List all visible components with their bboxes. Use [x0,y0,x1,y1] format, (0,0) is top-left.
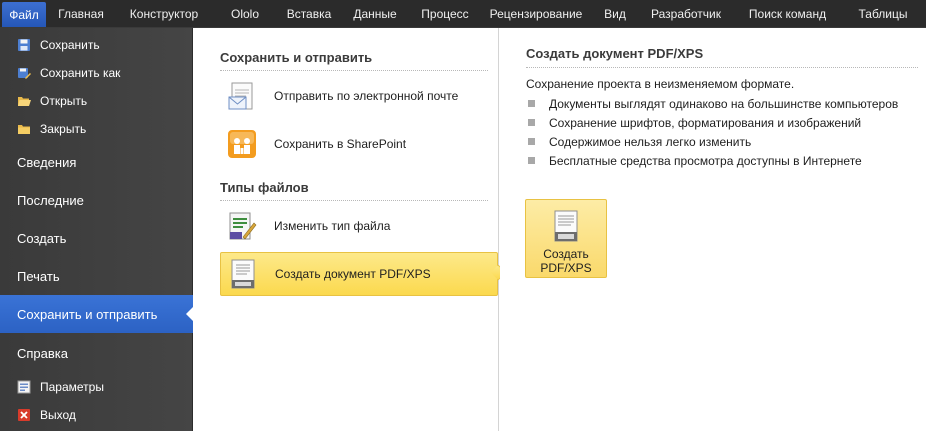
tab-developer[interactable]: Разработчик [638,0,734,27]
tab-process[interactable]: Процесс [410,0,480,27]
list-item: Сохранение шрифтов, форматирования и изо… [528,113,898,132]
tab-home[interactable]: Главная [46,0,116,27]
change-file-type-icon [225,209,259,243]
ribbon-tab-strip: Файл Главная Конструктор Ololo Вставка Д… [0,0,926,28]
options-icon [17,380,31,394]
list-item: Бесплатные средства просмотра доступны в… [528,151,898,170]
options-command[interactable]: Параметры [0,373,193,401]
nav-tab-recent[interactable]: Последние [0,181,193,219]
nav-tab-new[interactable]: Создать [0,219,193,257]
tab-view[interactable]: Вид [592,0,638,27]
exit-command[interactable]: Выход [0,401,193,429]
open-label: Открыть [40,94,88,108]
open-command[interactable]: Открыть [0,87,193,115]
create-pdf-xps-label: Создать документ PDF/XPS [275,267,431,281]
save-command[interactable]: Сохранить [0,31,193,59]
open-folder-icon [17,94,31,108]
change-file-type-label: Изменить тип файла [274,219,391,233]
exit-label: Выход [40,408,76,422]
tab-designer[interactable]: Конструктор [116,0,212,27]
pane-title: Создать документ PDF/XPS [526,46,704,61]
pane-title-divider [526,67,918,68]
close-label: Закрыть [40,122,87,136]
tab-tables[interactable]: Таблицы [841,0,925,27]
email-icon [225,79,259,113]
tab-insert[interactable]: Вставка [278,0,340,27]
sharepoint-icon [225,127,259,161]
nav-tab-save-send[interactable]: Сохранить и отправить [0,295,194,333]
send-email-option[interactable]: Отправить по электронной почте [220,74,498,118]
save-label: Сохранить [40,38,100,52]
create-pdf-xps-button[interactable]: Создать PDF/XPS [525,199,607,278]
change-file-type-option[interactable]: Изменить тип файла [220,204,498,248]
tab-review[interactable]: Рецензирование [480,0,592,27]
pane-description: Сохранение проекта в неизменяемом формат… [526,77,795,91]
feature-list: Документы выглядят одинаково на большинс… [528,94,898,170]
bullet-square-icon [528,119,535,126]
close-folder-icon [17,122,31,136]
nav-tab-print[interactable]: Печать [0,257,193,295]
save-as-command[interactable]: Сохранить как [0,59,193,87]
bullet-square-icon [528,100,535,107]
save-send-options: Сохранить и отправить Отправить по элект… [193,28,499,431]
bullet-square-icon [528,157,535,164]
nav-tab-info[interactable]: Сведения [0,143,193,181]
close-command[interactable]: Закрыть [0,115,193,143]
list-item: Содержимое нельзя легко изменить [528,132,898,151]
tab-file[interactable]: Файл [2,2,46,27]
section-header-file-types: Типы файлов [220,180,488,201]
tab-ololo[interactable]: Ololo [212,0,278,27]
nav-tab-help[interactable]: Справка [0,334,193,372]
section-header-save-send: Сохранить и отправить [220,50,488,71]
list-item: Документы выглядят одинаково на большинс… [528,94,898,113]
pdf-document-icon [554,210,578,242]
send-email-label: Отправить по электронной почте [274,89,459,103]
options-label: Параметры [40,380,104,394]
pdf-document-icon [226,257,260,291]
tab-search-commands[interactable]: Поиск команд [734,0,841,27]
exit-icon [17,408,31,422]
create-pdf-xps-option[interactable]: Создать документ PDF/XPS [220,252,498,296]
save-icon [17,38,31,52]
save-as-label: Сохранить как [40,66,121,80]
save-sharepoint-label: Сохранить в SharePoint [274,137,407,151]
create-pdf-xps-button-label: Создать PDF/XPS [540,247,592,275]
save-sharepoint-option[interactable]: Сохранить в SharePoint [220,122,498,166]
bullet-square-icon [528,138,535,145]
tab-data[interactable]: Данные [340,0,410,27]
backstage-nav: Сохранить Сохранить как Открыть Закрыть … [0,28,194,431]
save-as-icon [17,66,31,80]
pdf-xps-detail-pane: Создать документ PDF/XPS Сохранение прое… [500,28,926,431]
